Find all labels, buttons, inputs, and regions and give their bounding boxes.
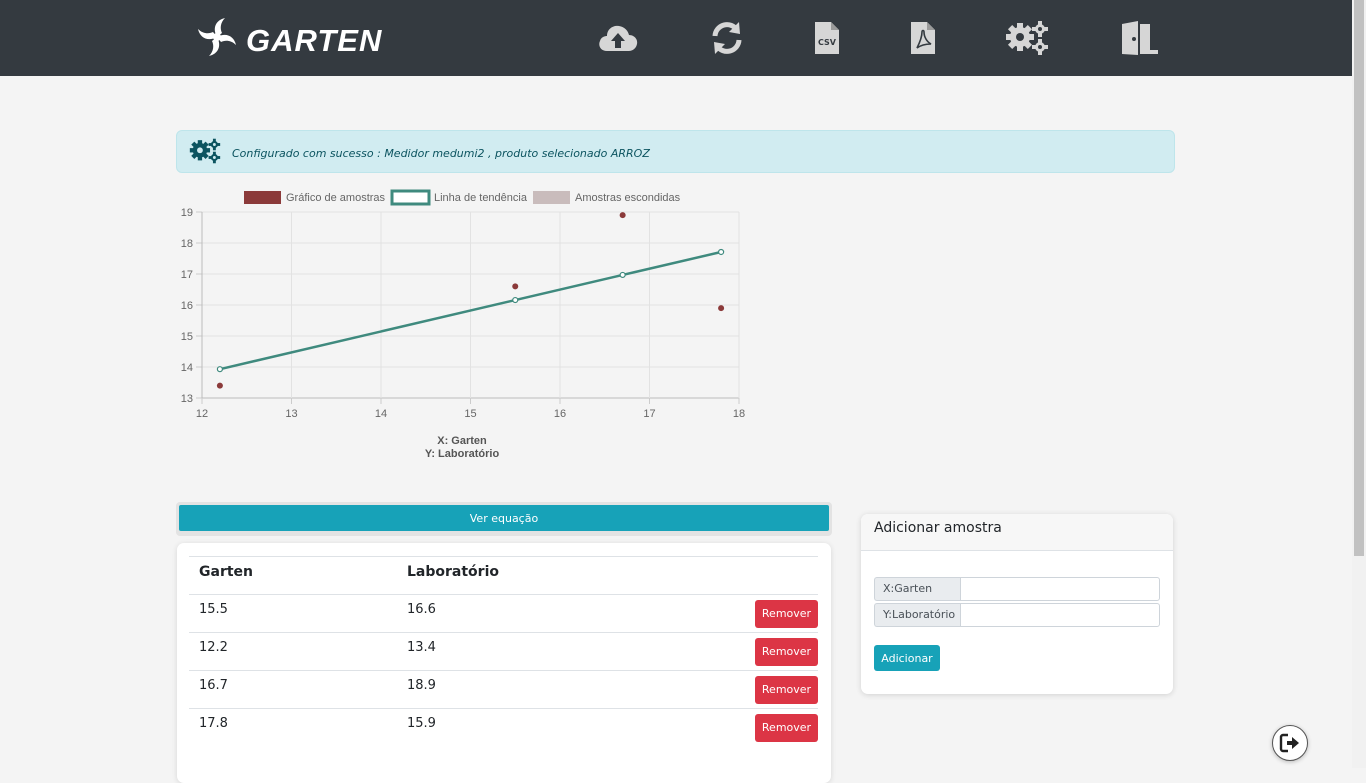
remove-button[interactable]: Remover <box>755 676 818 704</box>
csv-icon-label: CSV <box>818 38 837 47</box>
x-tick-label: 12 <box>196 408 208 420</box>
x-tick-label: 16 <box>554 408 566 420</box>
add-sample-button[interactable]: Adicionar <box>874 645 940 671</box>
table-row: 17.8 15.9 Remover <box>189 709 818 746</box>
y-tick-label: 19 <box>181 207 193 219</box>
y-tick-label: 17 <box>181 269 193 281</box>
legend-swatch <box>533 191 570 204</box>
gears-icon[interactable] <box>1005 18 1049 58</box>
csv-file-icon[interactable]: CSV <box>805 18 849 58</box>
scrollbar-thumb[interactable] <box>1354 0 1364 556</box>
alert-message: Configurado com sucesso : Medidor medumi… <box>232 147 650 160</box>
add-sample-card: Adicionar amostra X:Garten Y:Laboratório… <box>861 514 1173 694</box>
x-tick-label: 17 <box>643 408 655 420</box>
trend-point <box>512 296 519 304</box>
x-tick-label: 14 <box>375 408 387 420</box>
cell-garten: 15.5 <box>199 602 228 617</box>
y-field-label: Y:Laboratório <box>874 603 960 627</box>
samples-table-card: Garten Laboratório 15.5 16.6 Remover 12.… <box>177 543 831 783</box>
x-axis-label: X: Garten <box>437 435 487 447</box>
y-tick-label: 13 <box>181 393 193 405</box>
sample-point <box>718 305 725 312</box>
cell-garten: 16.7 <box>199 678 228 693</box>
x-tick-label: 15 <box>464 408 476 420</box>
brand-name: GARTEN <box>246 23 383 58</box>
cell-laboratorio: 18.9 <box>407 678 436 693</box>
legend-label: Gráfico de amostras <box>286 192 386 204</box>
cell-laboratorio: 16.6 <box>407 602 436 617</box>
legend-label: Linha de tendência <box>434 192 528 204</box>
page-scrollbar[interactable] <box>1352 0 1366 768</box>
garten-swirl-icon <box>198 18 236 56</box>
remove-button[interactable]: Remover <box>755 714 818 742</box>
legend-label: Amostras escondidas <box>575 192 681 204</box>
pdf-file-icon[interactable] <box>901 18 945 58</box>
sync-icon[interactable] <box>705 18 749 58</box>
gears-icon <box>189 138 221 164</box>
y-tick-label: 16 <box>181 300 193 312</box>
y-tick-label: 18 <box>181 238 193 250</box>
cell-garten: 12.2 <box>199 640 228 655</box>
trend-point <box>619 271 626 279</box>
cell-garten: 17.8 <box>199 716 228 731</box>
equation-button-wrap: Ver equação <box>176 502 832 536</box>
table-row: 12.2 13.4 Remover <box>189 633 818 671</box>
sample-point <box>512 283 519 290</box>
sample-point <box>216 382 223 389</box>
table-row: 15.5 16.6 Remover <box>189 595 818 633</box>
x-tick-label: 18 <box>733 408 745 420</box>
y-tick-label: 14 <box>181 362 193 374</box>
table-header-row: Garten Laboratório <box>189 557 818 595</box>
samples-table: Garten Laboratório 15.5 16.6 Remover 12.… <box>189 556 818 746</box>
logout-fab-button[interactable] <box>1272 725 1308 761</box>
view-equation-button[interactable]: Ver equação <box>179 505 829 531</box>
legend-swatch <box>244 191 281 204</box>
y-tick-label: 15 <box>181 331 193 343</box>
cell-laboratorio: 13.4 <box>407 640 436 655</box>
y-axis-label: Y: Laboratório <box>425 448 500 460</box>
column-header-laboratorio: Laboratório <box>407 564 499 580</box>
y-laboratorio-field[interactable] <box>960 603 1160 627</box>
x-tick-label: 13 <box>285 408 297 420</box>
remove-button[interactable]: Remover <box>755 638 818 666</box>
cloud-upload-icon[interactable] <box>596 18 640 58</box>
trend-point <box>717 248 725 256</box>
top-navbar: GARTEN CSV <box>0 0 1352 76</box>
exit-door-icon[interactable] <box>1118 18 1162 58</box>
brand-logo[interactable]: GARTEN <box>194 14 382 60</box>
column-header-garten: Garten <box>199 564 253 580</box>
sample-point <box>619 212 626 219</box>
x-axis-ticks: 12 13 14 15 16 17 18 <box>196 408 745 420</box>
y-input-group: Y:Laboratório <box>874 603 1160 627</box>
chart-grid <box>196 211 740 404</box>
add-sample-title: Adicionar amostra <box>861 514 1173 551</box>
legend-swatch <box>390 189 431 206</box>
cell-laboratorio: 15.9 <box>407 716 436 731</box>
sign-out-icon <box>1279 733 1299 753</box>
x-input-group: X:Garten <box>874 577 1160 601</box>
calibration-chart: Gráfico de amostras Linha de tendência Amo… <box>181 189 745 460</box>
chart-legend: Gráfico de amostras Linha de tendência Amo… <box>244 189 681 206</box>
success-alert: Configurado com sucesso : Medidor medumi… <box>176 130 1175 173</box>
y-axis-ticks: 19 18 17 16 15 14 13 <box>181 207 193 405</box>
table-row: 16.7 18.9 Remover <box>189 671 818 709</box>
x-field-label: X:Garten <box>874 577 960 601</box>
trend-point <box>216 366 224 373</box>
remove-button[interactable]: Remover <box>755 600 818 628</box>
x-garten-field[interactable] <box>960 577 1160 601</box>
